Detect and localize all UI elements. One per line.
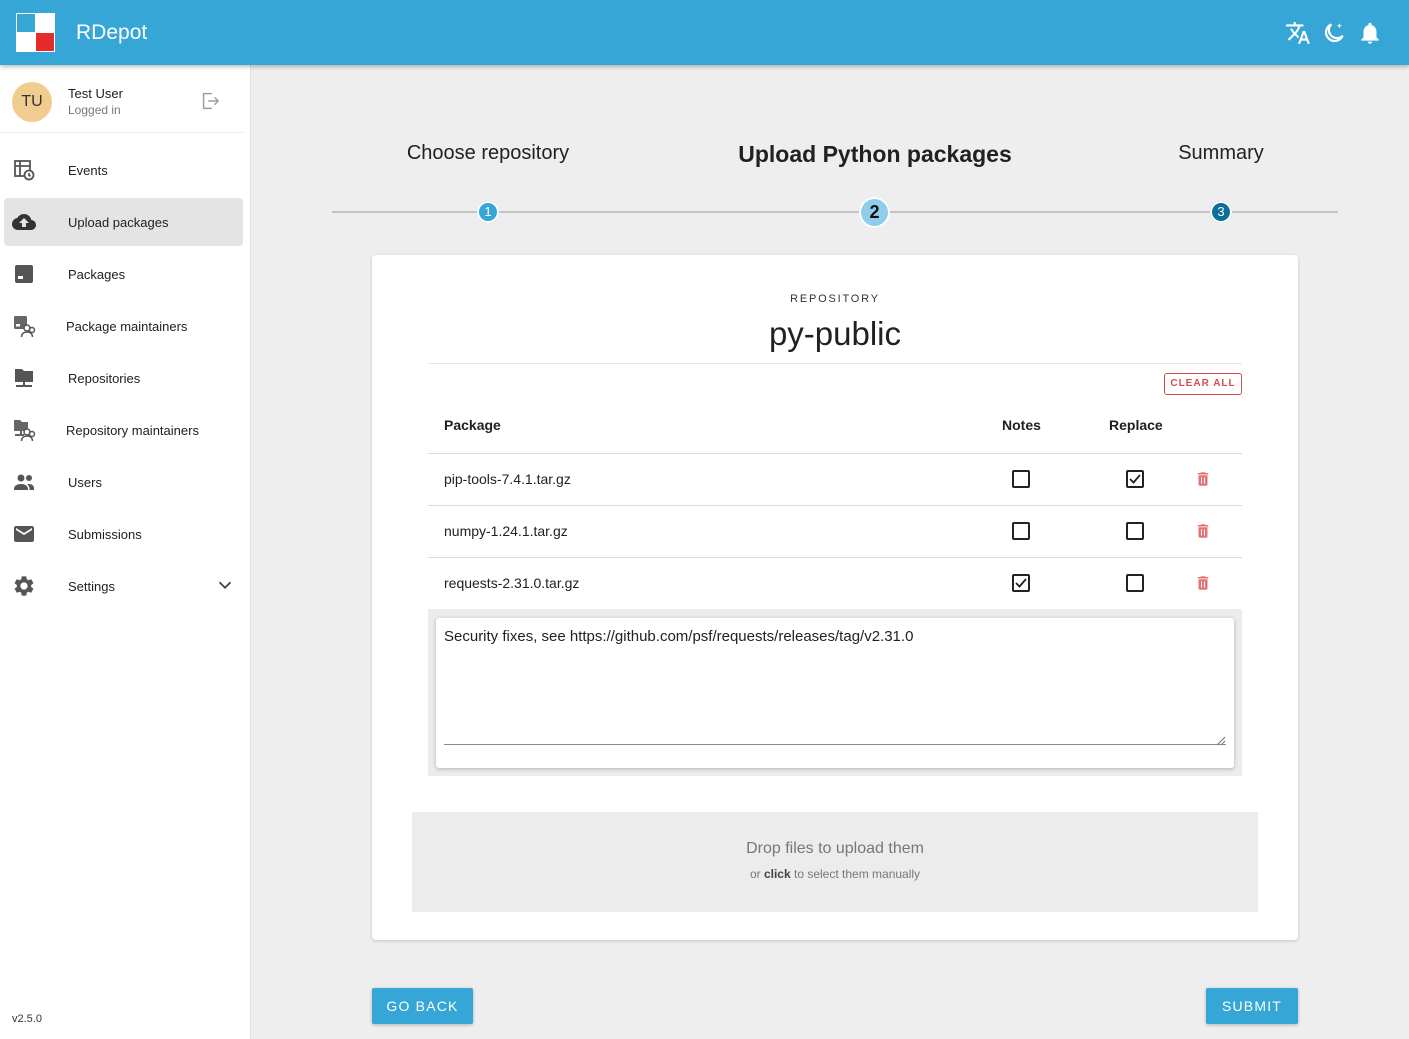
sidebar: TU Test User Logged in Events Upload pac…: [0, 65, 251, 1039]
package-file-name: requests-2.31.0.tar.gz: [444, 575, 580, 591]
sidebar-item-packages[interactable]: Packages: [4, 250, 243, 298]
column-header-package: Package: [444, 417, 501, 433]
replace-checkbox[interactable]: [1126, 522, 1144, 540]
dropzone-click-link[interactable]: click: [764, 867, 791, 881]
sidebar-item-upload-packages[interactable]: Upload packages: [4, 198, 243, 246]
sidebar-item-label: Events: [68, 163, 108, 178]
notes-text[interactable]: Security fixes, see https://github.com/p…: [444, 628, 913, 645]
file-dropzone[interactable]: Drop files to upload them or click to se…: [412, 812, 1258, 912]
divider: [428, 363, 1242, 364]
sidebar-item-events[interactable]: Events: [4, 146, 243, 194]
sidebar-item-label: Upload packages: [68, 215, 169, 230]
sidebar-item-label: Package maintainers: [66, 319, 188, 334]
sidebar-item-label: Repositories: [68, 371, 141, 386]
translate-icon[interactable]: [1285, 20, 1311, 46]
user-name: Test User: [68, 86, 123, 101]
package-maintainers-icon: [14, 316, 36, 338]
notes-checkbox[interactable]: [1012, 574, 1030, 592]
step-title-upload-python-packages: Upload Python packages: [738, 141, 1012, 167]
checkmark-icon: [1129, 474, 1141, 484]
step-title-choose-repository: Choose repository: [406, 142, 570, 164]
notes-textarea[interactable]: Security fixes, see https://github.com/p…: [436, 618, 1234, 768]
notes-panel: Security fixes, see https://github.com/p…: [428, 609, 1242, 776]
step-title-summary: Summary: [1178, 142, 1264, 164]
user-block: TU Test User Logged in: [0, 65, 244, 133]
dark-mode-icon[interactable]: [1321, 20, 1347, 46]
mail-icon: [14, 526, 34, 542]
submit-button[interactable]: SUBMIT: [1206, 988, 1298, 1024]
user-status: Logged in: [68, 103, 121, 117]
sidebar-item-users[interactable]: Users: [4, 458, 243, 506]
clear-all-button[interactable]: CLEAR ALL: [1164, 373, 1242, 395]
events-icon: [14, 160, 35, 181]
step-3-indicator[interactable]: 3: [1210, 201, 1232, 223]
rdepot-logo[interactable]: [16, 13, 55, 52]
sidebar-item-label: Settings: [68, 579, 115, 594]
app-title: RDepot: [76, 21, 148, 44]
sidebar-item-label: Packages: [68, 267, 126, 282]
repository-maintainers-icon: [14, 420, 36, 442]
dropzone-sub-text: or click to select them manually: [412, 867, 1258, 881]
replace-checkbox[interactable]: [1126, 470, 1144, 488]
sidebar-item-package-maintainers[interactable]: Package maintainers: [4, 302, 243, 350]
sidebar-item-submissions[interactable]: Submissions: [4, 510, 243, 558]
delete-icon[interactable]: [1194, 522, 1212, 540]
replace-checkbox[interactable]: [1126, 574, 1144, 592]
dropzone-sub-suffix: to select them manually: [790, 867, 921, 881]
sidebar-item-label: Submissions: [68, 527, 142, 542]
delete-icon[interactable]: [1194, 470, 1212, 488]
sidebar-item-repositories[interactable]: Repositories: [4, 354, 243, 402]
chevron-down-icon[interactable]: [214, 574, 236, 596]
folder-network-icon: [15, 369, 33, 387]
delete-icon[interactable]: [1194, 574, 1212, 592]
textarea-underline: [444, 744, 1226, 745]
package-file-name: numpy-1.24.1.tar.gz: [444, 523, 568, 539]
users-icon: [14, 474, 34, 490]
column-header-notes: Notes: [1002, 417, 1041, 433]
notes-checkbox[interactable]: [1012, 522, 1030, 540]
version-label: v2.5.0: [12, 1013, 42, 1025]
resize-handle-icon[interactable]: [1214, 734, 1226, 746]
row-divider: [428, 557, 1242, 558]
sidebar-item-settings[interactable]: Settings: [4, 562, 243, 610]
cloud-upload-icon: [12, 214, 36, 230]
go-back-button[interactable]: GO BACK: [372, 988, 473, 1024]
app-bar: RDepot: [0, 0, 1409, 65]
avatar: TU: [12, 82, 52, 122]
sidebar-item-repository-maintainers[interactable]: Repository maintainers: [4, 406, 243, 454]
gear-icon: [14, 576, 34, 596]
repository-caption: REPOSITORY: [790, 293, 880, 305]
sidebar-item-label: Users: [68, 475, 102, 490]
step-2-indicator[interactable]: 2: [859, 197, 890, 228]
checkmark-icon: [1015, 578, 1027, 588]
row-divider: [428, 505, 1242, 506]
logout-icon[interactable]: [199, 90, 221, 112]
bell-icon[interactable]: [1357, 20, 1383, 46]
dropzone-main-text: Drop files to upload them: [746, 840, 924, 857]
dropzone-sub-prefix: or: [749, 867, 764, 881]
column-header-replace: Replace: [1109, 417, 1163, 433]
package-icon: [15, 265, 33, 283]
repository-name: py-public: [768, 315, 902, 352]
upload-card: REPOSITORY py-public CLEAR ALL Package N…: [372, 255, 1298, 940]
sidebar-item-label: Repository maintainers: [66, 423, 199, 438]
notes-checkbox[interactable]: [1012, 470, 1030, 488]
table-header-divider: [428, 453, 1242, 454]
step-1-indicator[interactable]: 1: [477, 201, 499, 223]
package-file-name: pip-tools-7.4.1.tar.gz: [444, 471, 571, 487]
